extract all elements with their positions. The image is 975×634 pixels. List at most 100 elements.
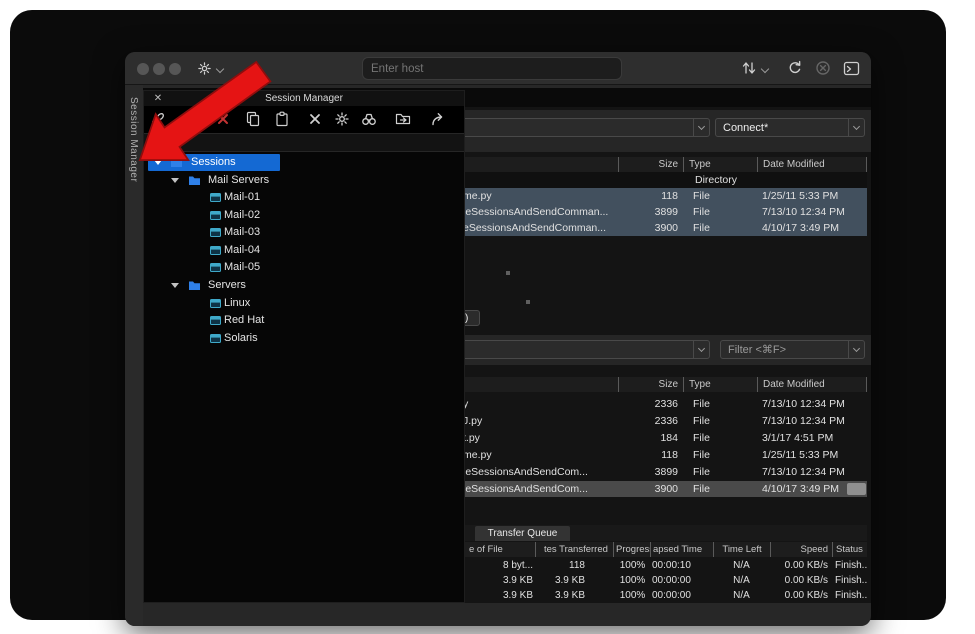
remove-session-button[interactable]: [215, 111, 231, 127]
tree-item-servers[interactable]: Servers: [144, 277, 464, 294]
app-window: Connect* Size Type Date Modified Directo…: [125, 52, 871, 626]
open-folder-button[interactable]: [395, 111, 411, 127]
splitter-handle[interactable]: [506, 271, 510, 275]
share-button[interactable]: [430, 111, 446, 127]
close-circle-icon: [815, 60, 831, 76]
tree-item-mail-02[interactable]: Mail-02: [144, 207, 464, 224]
combo-dropdown-button[interactable]: [848, 341, 864, 358]
column-header-progress[interactable]: Progress: [613, 542, 650, 557]
column-header-speed[interactable]: Speed: [770, 542, 832, 557]
column-header-elapsed[interactable]: apsed Time: [650, 542, 713, 557]
column-header-status[interactable]: Status: [832, 542, 867, 557]
column-header-size[interactable]: Size: [618, 377, 683, 392]
chevron-down-icon[interactable]: [171, 178, 179, 183]
scrollbar-thumb[interactable]: [847, 483, 866, 495]
file-name-cell: J.py: [460, 413, 618, 429]
tq-speed-cell: 0.00 KB/s: [770, 573, 832, 588]
tree-item-label: Mail Servers: [208, 172, 269, 189]
chevron-down-icon[interactable]: [154, 160, 162, 165]
session-manager-vertical-tab[interactable]: Session Manager: [128, 97, 139, 182]
tree-item-solaris[interactable]: Solaris: [144, 330, 464, 347]
table-row[interactable]: t.py 184 File 3/1/17 4:51 PM: [460, 430, 867, 446]
terminal-button[interactable]: [843, 60, 860, 77]
zoom-button[interactable]: [169, 63, 181, 75]
tree-item-sessions[interactable]: Sessions: [148, 154, 280, 171]
column-header-type[interactable]: Type: [683, 377, 757, 392]
session-icon: [210, 211, 221, 220]
tree-item-red-hat[interactable]: Red Hat: [144, 312, 464, 329]
copy-button[interactable]: [245, 111, 261, 127]
table-row[interactable]: leSessionsAndSendCom... 3900 File 4/10/1…: [460, 481, 867, 497]
column-header-date[interactable]: Date Modified: [757, 157, 867, 172]
connect-session-button[interactable]: [150, 111, 166, 127]
minimize-button[interactable]: [153, 63, 165, 75]
table-row[interactable]: Directory: [460, 172, 867, 188]
column-header-timeleft[interactable]: Time Left: [713, 542, 770, 557]
file-date-cell: 4/10/17 3:49 PM: [757, 220, 867, 236]
file-date-cell: 7/13/10 12:34 PM: [757, 464, 867, 480]
close-button[interactable]: [137, 63, 149, 75]
tq-elapsed-cell: 00:00:00: [650, 573, 713, 588]
remote-path-combo[interactable]: [460, 118, 710, 137]
transfer-row[interactable]: 3.9 KB 3.9 KB 100% 00:00:00 N/A 0.00 KB/…: [465, 588, 867, 603]
properties-button[interactable]: [334, 111, 350, 127]
folder-icon: [188, 280, 201, 291]
combo-dropdown-button[interactable]: [693, 119, 709, 136]
file-list1-header: Size Type Date Modified: [460, 157, 867, 172]
combo-dropdown-button[interactable]: [848, 119, 864, 136]
tree-item-linux[interactable]: Linux: [144, 295, 464, 312]
column-header-size[interactable]: Size: [618, 157, 683, 172]
refresh-button[interactable]: [787, 60, 804, 77]
tree-item-mail-05[interactable]: Mail-05: [144, 259, 464, 276]
column-header-name[interactable]: [460, 377, 618, 392]
table-row[interactable]: leSessionsAndSendComman... 3899 File 7/1…: [460, 204, 867, 220]
tree-item-mail-01[interactable]: Mail-01: [144, 189, 464, 206]
file-type-cell: File: [683, 188, 757, 204]
disconnect-button[interactable]: [815, 60, 832, 77]
tree-item-mail-04[interactable]: Mail-04: [144, 242, 464, 259]
tree-item-mail-servers[interactable]: Mail Servers: [144, 172, 464, 189]
table-row[interactable]: me.py 118 File 1/25/11 5:33 PM: [460, 447, 867, 463]
transfer-row[interactable]: 8 byt... 118 100% 00:00:10 N/A 0.00 KB/s…: [465, 558, 867, 573]
table-row[interactable]: eSessionsAndSendComman... 3900 File 4/10…: [460, 220, 867, 236]
delete-button[interactable]: [307, 111, 323, 127]
panel-close-button[interactable]: ✕: [152, 91, 164, 106]
tq-timeleft-cell: N/A: [713, 573, 770, 588]
tree-item-mail-03[interactable]: Mail-03: [144, 224, 464, 241]
table-row[interactable]: J.py 2336 File 7/13/10 12:34 PM: [460, 413, 867, 429]
chevron-down-icon[interactable]: [171, 283, 179, 288]
column-header-type[interactable]: Type: [683, 157, 757, 172]
host-input[interactable]: [362, 57, 622, 80]
session-icon: [210, 263, 221, 272]
column-header-transferred[interactable]: tes Transferred: [535, 542, 613, 557]
file-name-cell: me.py: [460, 447, 618, 463]
tq-speed-cell: 0.00 KB/s: [770, 558, 832, 573]
sort-button[interactable]: [741, 60, 758, 77]
x-icon: [307, 111, 323, 127]
filter-combo[interactable]: Filter <⌘F>: [720, 340, 865, 359]
connect-label: Connect*: [716, 122, 768, 134]
column-header-name[interactable]: [460, 157, 618, 172]
device-frame: Connect* Size Type Date Modified Directo…: [10, 10, 946, 620]
transfer-row[interactable]: 3.9 KB 3.9 KB 100% 00:00:00 N/A 0.00 KB/…: [465, 573, 867, 588]
transfer-queue-header: e of File tes Transferred Progress apsed…: [465, 542, 867, 557]
column-header-date[interactable]: Date Modified: [757, 377, 867, 392]
find-button[interactable]: [361, 111, 377, 127]
table-row[interactable]: y 2336 File 7/13/10 12:34 PM: [460, 396, 867, 412]
splitter-handle[interactable]: [526, 300, 530, 304]
tab-transfer-queue[interactable]: Transfer Queue: [475, 526, 570, 541]
session-filter-input[interactable]: [144, 133, 464, 152]
combo-dropdown-button[interactable]: [693, 341, 709, 358]
file-size-cell: 3900: [618, 481, 683, 497]
paste-button[interactable]: [274, 111, 290, 127]
refresh-icon: [787, 60, 803, 76]
table-row[interactable]: leSessionsAndSendCom... 3899 File 7/13/1…: [460, 464, 867, 480]
session-icon: [210, 193, 221, 202]
column-header-file[interactable]: e of File: [465, 542, 535, 557]
add-session-button[interactable]: [185, 111, 201, 127]
local-path-combo[interactable]: [460, 340, 710, 359]
gear-menu-button[interactable]: [197, 61, 214, 78]
table-row[interactable]: me.py 118 File 1/25/11 5:33 PM: [460, 188, 867, 204]
connect-combo[interactable]: Connect*: [715, 118, 865, 137]
file-type-cell: File: [683, 430, 757, 446]
